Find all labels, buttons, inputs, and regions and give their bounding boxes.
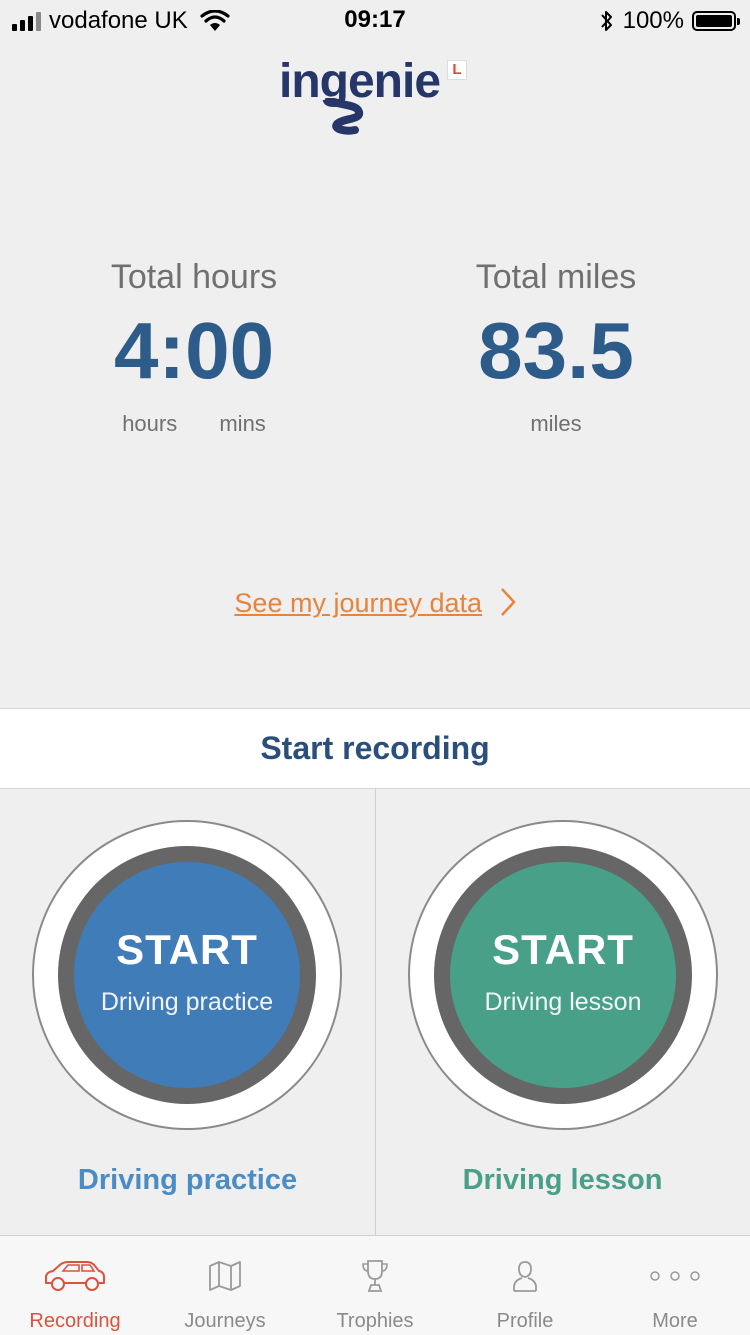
tab-more[interactable]: More [600,1236,750,1335]
start-recording-title: Start recording [260,730,490,766]
total-hours-value: 4:00 [113,306,275,395]
lesson-button-face: START Driving lesson [450,862,676,1088]
status-right: 100% [599,6,740,36]
driving-lesson-caption[interactable]: Driving lesson [375,1164,750,1197]
tab-recording-label: Recording [29,1310,121,1332]
tab-more-label: More [652,1310,698,1332]
chevron-right-icon [500,588,516,616]
tab-journeys-label: Journeys [184,1310,266,1332]
map-icon [209,1261,241,1291]
practice-button-sub-label: Driving practice [100,988,274,1016]
total-miles-stat: Total miles 83.5 miles [406,258,706,437]
lesson-button-start-label: START [492,926,634,973]
start-driving-lesson-button[interactable]: START Driving lesson [408,820,718,1130]
total-hours-units: hours mins [44,411,344,437]
driving-practice-caption[interactable]: Driving practice [0,1164,375,1197]
car-icon [45,1261,105,1291]
total-miles-units: miles [406,411,706,437]
mins-unit-label: mins [219,411,266,436]
tab-profile-label: Profile [496,1310,554,1332]
miles-unit-label: miles [530,411,582,436]
total-hours-title: Total hours [110,258,278,296]
trophy-icon [362,1260,388,1292]
tab-trophies-label: Trophies [336,1310,414,1332]
total-miles-title: Total miles [475,258,637,296]
tab-profile[interactable]: Profile [450,1236,600,1335]
practice-button-face: START Driving practice [74,862,300,1088]
start-recording-header: Start recording [0,708,750,789]
learner-plate-badge: L [447,60,467,80]
tab-bar: Recording Journeys Trophies Profile More [0,1235,750,1335]
status-bar: vodafone UK 09:17 100% [0,0,750,42]
start-driving-practice-button[interactable]: START Driving practice [32,820,342,1130]
hours-unit-label: hours [122,411,178,436]
battery-icon [692,11,740,31]
bluetooth-icon [600,11,612,31]
ingenie-logo: ingenie L [275,54,475,138]
logo-swoosh [325,98,364,135]
more-dots-icon [650,1271,700,1281]
see-journey-data-link[interactable]: See my journey data [0,588,750,620]
tab-journeys[interactable]: Journeys [150,1236,300,1335]
tab-recording[interactable]: Recording [0,1236,150,1335]
journey-link-label: See my journey data [234,588,483,618]
battery-percent: 100% [622,7,684,34]
tab-trophies[interactable]: Trophies [300,1236,450,1335]
total-hours-stat: Total hours 4:00 hours mins [44,258,344,437]
lesson-button-sub-label: Driving lesson [484,988,642,1016]
total-miles-value: 83.5 [478,306,634,395]
practice-button-start-label: START [116,926,258,973]
person-icon [513,1261,537,1292]
